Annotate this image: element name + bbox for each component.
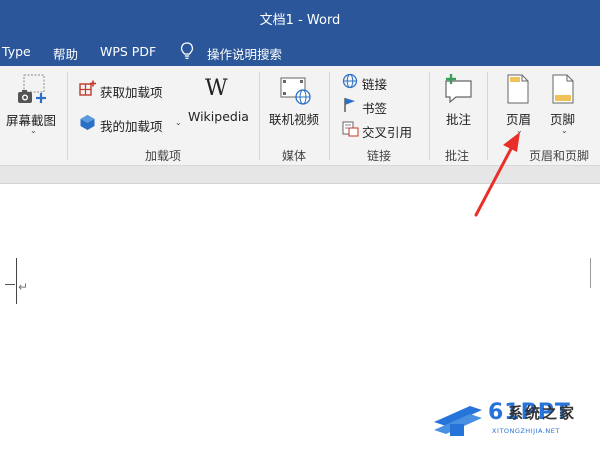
online-video-icon[interactable] [280,74,312,106]
right-margin-mark [590,258,591,288]
chevron-down-icon[interactable]: ⌄ [516,126,523,135]
menu-help[interactable]: 帮助 [53,44,78,63]
addins-group-label: 加载项 [145,149,182,163]
chevron-down-icon[interactable]: ⌄ [175,118,182,127]
footer-icon[interactable] [552,74,574,104]
bookmark-icon[interactable] [343,97,357,113]
ribbon: 屏幕截图 ⌄ 获取加载项 我的加载项 ⌄ W Wikipedia 加载项 联机视… [0,66,600,166]
wikipedia-button[interactable]: Wikipedia [188,109,249,124]
my-addins-icon[interactable] [79,114,96,131]
margin-corner-mark [5,284,15,285]
ribbon-bottom-strip [0,166,600,184]
watermark-logo-icon [434,406,482,436]
menu-type[interactable]: Type [2,44,31,59]
media-group-label: 媒体 [282,149,307,163]
get-addins-button[interactable]: 获取加载项 [100,82,163,101]
tell-me-search[interactable]: 操作说明搜索 [207,44,282,63]
title-bar: 文档1 - Word [0,0,600,36]
link-button[interactable]: 链接 [362,74,387,93]
watermark-url: XITONGZHIJIA.NET [492,427,560,435]
comment-button[interactable]: 批注 [446,109,471,128]
group-divider [329,72,330,160]
menu-bar: Type 帮助 WPS PDF 操作说明搜索 [0,36,600,66]
chevron-down-icon[interactable]: ⌄ [561,126,568,135]
window-title: 文档1 - Word [259,13,341,28]
group-divider [67,72,68,160]
cross-reference-icon[interactable] [342,121,359,137]
cross-reference-button[interactable]: 交叉引用 [362,122,412,141]
wikipedia-icon[interactable]: W [205,76,228,101]
my-addins-button[interactable]: 我的加载项 [100,116,163,135]
text-cursor [16,258,17,304]
comments-group-label: 批注 [445,149,470,163]
header-footer-group-label: 页眉和页脚 [529,149,590,163]
header-icon[interactable] [507,74,529,104]
online-video-button[interactable]: 联机视频 [269,109,319,128]
comment-icon[interactable] [443,73,475,105]
watermark-name: 系统之家 [508,404,577,422]
paragraph-mark: ↵ [18,280,29,294]
bookmark-button[interactable]: 书签 [362,98,387,117]
link-icon[interactable] [342,73,358,89]
group-divider [487,72,488,160]
group-divider [259,72,260,160]
links-group-label: 链接 [367,149,392,163]
screenshot-icon[interactable] [16,74,48,108]
chevron-down-icon[interactable]: ⌄ [30,126,37,135]
get-addins-icon[interactable] [79,80,96,97]
lightbulb-icon[interactable] [180,42,194,60]
menu-wps-pdf[interactable]: WPS PDF [100,44,156,59]
group-divider [429,72,430,160]
